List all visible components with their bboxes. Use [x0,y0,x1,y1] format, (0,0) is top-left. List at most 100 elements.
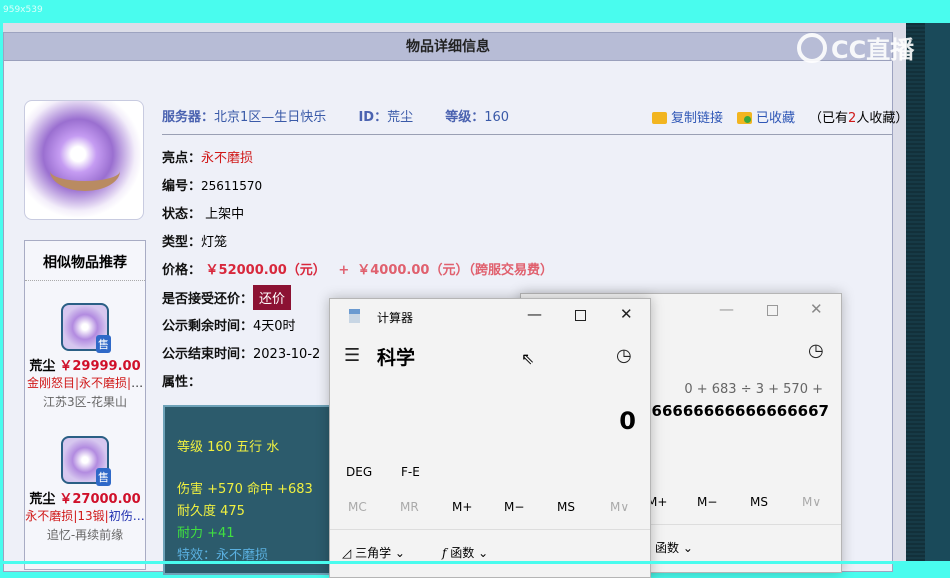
minimize-button[interactable]: — [527,305,542,323]
end-label: 公示结束时间： [162,347,254,362]
remain-value: 4天0时 [253,319,296,334]
server-value: 北京1区—生日快乐 [214,110,327,125]
attributes-box: 等级 160 五行 水 伤害 +570 命中 +683 耐久度 475 耐力 +… [163,405,343,575]
level-label: 等级： [445,110,485,125]
server-row: 服务器：北京1区—生日快乐 ID：荒尘 等级：160 [162,106,509,125]
rec-server: 追忆-再续前缘 [46,528,124,542]
attr-line: 耐力 +41 [177,526,235,541]
rec-tag: 初伤… [108,509,145,523]
bargain-row: 是否接受还价： 还价 [162,285,292,310]
rec-server: 江苏3区-花果山 [43,395,127,409]
recommend-title: 相似物品推荐 [25,241,145,281]
rec-tag: 金刚怒目 [26,376,75,390]
calculator-app-icon [349,309,360,323]
fee-value: ￥4000.00（元）（跨服交易费） [357,263,553,278]
highlight-label: 亮点： [162,151,202,166]
maximize-button[interactable] [767,305,778,316]
price-value: ￥52000.00（元） [205,263,326,278]
attr-row: 属性： [162,371,201,390]
close-button[interactable]: ✕ [620,305,633,323]
triangle-icon: ◿ [342,546,352,560]
item-thumbnail[interactable]: 售 [61,436,111,486]
type-label: 类型： [162,235,202,250]
calc-display: 6666666666666666667 [630,402,829,420]
m-minus-button[interactable]: M− [697,495,717,509]
mc-button[interactable]: MC [348,500,367,514]
attr-line: 耐久度 475 [177,504,245,519]
number-label: 编号： [162,179,202,194]
folder-share-icon [652,112,667,124]
history-icon[interactable]: ◷ [616,345,632,366]
history-icon[interactable]: ◷ [808,340,824,361]
highlight-row: 亮点：永不磨损 [162,147,253,166]
m-list-button[interactable]: M∨ [802,495,821,509]
maximize-button[interactable] [575,310,586,321]
copy-link-button[interactable]: 复制链接 [652,107,723,126]
rec-price: ￥27000.00 [59,492,141,507]
status-value: 上架中 [205,207,245,222]
id-label: ID： [358,110,388,125]
ms-button[interactable]: MS [557,500,575,514]
calc-display: 0 [619,407,636,435]
rec-price: ￥29999.00 [59,359,141,374]
attr-label: 属性： [162,375,202,390]
m-list-button[interactable]: M∨ [610,500,629,514]
bargain-label: 是否接受还价： [162,292,254,307]
end-value: 2023-10-2 [253,347,321,362]
status-row: 状态： 上架中 [162,203,244,222]
status-label: 状态： [162,207,202,222]
item-actions: 复制链接 已收藏 （已有2人收藏） [652,107,908,126]
number-row: 编号：25611570 [162,175,262,194]
function-label: 函数 [655,541,680,555]
highlight-value: 永不磨损 [201,151,254,166]
folder-add-icon [737,112,753,124]
page-title: 物品详细信息 [4,33,892,61]
mode-title: 科学 [377,347,416,369]
recommend-panel: 相似物品推荐 售 荒尘 ￥29999.00 金刚怒目|永不磨损|… 江苏3区-花果… [24,240,146,570]
mr-button[interactable]: MR [400,500,419,514]
id-value: 荒尘 [387,110,414,125]
ms-button[interactable]: MS [750,495,768,509]
calc-expression: 0 + 683 ÷ 3 + 570 + [684,382,823,397]
favorite-button[interactable]: 已收藏 [737,107,795,126]
server-label: 服务器： [162,110,215,125]
bargain-button[interactable]: 还价 [253,285,292,310]
watermark-text: CC直播 [831,36,915,64]
plus-sign: + [338,263,350,278]
mouse-cursor-icon: ⇖ [521,349,535,368]
item-image [24,100,144,220]
type-row: 类型：灯笼 [162,231,227,250]
price-row: 价格： ￥52000.00（元） + ￥4000.00（元）（跨服交易费） [162,259,553,278]
recommend-item[interactable]: 售 荒尘 ￥29999.00 金刚怒目|永不磨损|… 江苏3区-花果山 [25,303,145,410]
divider [162,134,892,135]
m-plus-button[interactable]: M+ [452,500,472,514]
lantern-icon [50,151,120,191]
close-button[interactable]: ✕ [810,300,823,318]
sale-badge: 售 [96,335,111,353]
deg-button[interactable]: DEG [346,465,372,479]
recommend-item[interactable]: 售 荒尘 ￥27000.00 永不磨损|13锻|初伤… 追忆-再续前缘 [25,436,145,543]
trig-dropdown[interactable]: ◿ 三角学 ⌄ [342,544,405,561]
trig-label: 三角学 [355,546,392,560]
function-dropdown[interactable]: 函数 ⌄ [655,539,693,556]
rec-tag: … [131,376,144,390]
minimize-button[interactable]: — [719,300,734,318]
type-value: 灯笼 [201,235,228,250]
cc-logo-icon [797,32,827,63]
level-value: 160 [484,110,510,125]
fe-button[interactable]: F-E [401,465,420,479]
item-thumbnail[interactable]: 售 [61,303,111,353]
favorite-count: （已有2人收藏） [809,107,908,126]
m-minus-button[interactable]: M− [504,500,524,514]
rec-tag: 13锻 [77,509,105,523]
rec-tag: 永不磨损 [79,376,128,390]
sale-badge: 售 [96,468,111,486]
end-row: 公示结束时间：2023-10-2 [162,343,320,362]
function-dropdown[interactable]: f 函数 ⌄ [442,544,488,561]
copy-link-label: 复制链接 [671,111,724,126]
price-label: 价格： [162,263,202,278]
menu-icon[interactable]: ☰ [344,345,360,366]
window-title: 计算器 [377,311,414,325]
calculator-window-front[interactable]: 计算器 — ✕ ☰ 科学 ⇖ ◷ 0 DEG F-E MC MR M+ M− M… [329,298,651,578]
function-icon: f [442,546,447,560]
